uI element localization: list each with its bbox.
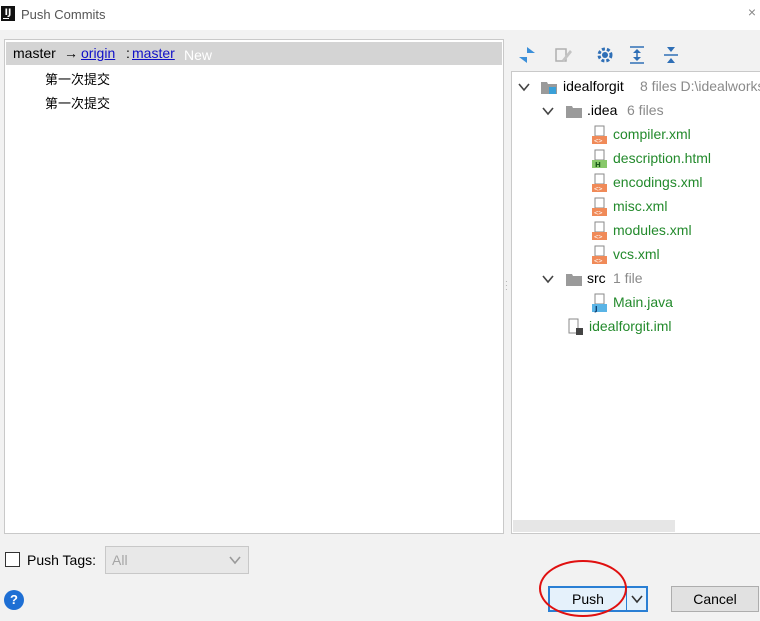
tree-file-row[interactable]: <> misc.xml [512,196,760,218]
tree-file-row[interactable]: J Main.java [512,292,760,314]
chevron-down-icon[interactable] [517,80,531,94]
xml-file-icon: <> [592,245,607,265]
tags-select-value: All [112,552,128,568]
svg-text:<>: <> [594,257,602,265]
svg-text:<>: <> [594,233,602,241]
cancel-button[interactable]: Cancel [671,586,759,612]
push-options-chevron-icon[interactable] [630,592,644,606]
tree-file-label: vcs.xml [613,246,660,262]
java-file-icon: J [592,293,607,313]
remote-name-link[interactable]: origin [81,45,115,61]
chevron-down-icon[interactable] [541,104,555,118]
svg-text:J: J [594,305,598,313]
xml-file-icon: <> [592,125,607,145]
module-folder-icon [541,82,557,94]
tree-folder-label: src [587,270,606,286]
edit-commit-icon[interactable] [552,44,574,66]
tree-folder-meta: 6 files [627,102,664,118]
tree-file-row[interactable]: idealforgit.iml [512,316,760,338]
local-branch: master [13,45,56,61]
push-arrow: → [64,45,78,61]
settings-icon[interactable] [594,44,616,66]
tree-file-row[interactable]: <> compiler.xml [512,124,760,146]
commits-panel: master → origin : master New 第一次提交 第一次提交 [4,39,504,534]
xml-file-icon: <> [592,173,607,193]
splitter-handle[interactable]: · · · [505,278,509,294]
commit-item[interactable]: 第一次提交 [45,93,110,112]
svg-text:H: H [595,161,601,169]
expand-all-icon[interactable] [626,44,648,66]
tree-node-root[interactable]: idealforgit 8 files D:\idealworkspace [512,76,760,98]
tree-folder-meta: 1 file [613,270,643,286]
chevron-down-icon [229,556,241,565]
tree-file-label: Main.java [613,294,673,310]
branch-row[interactable]: master → origin : master New [6,42,502,65]
html-file-icon: H [592,149,607,169]
push-tags-checkbox[interactable] [5,552,20,567]
red-highlight-circle [539,560,627,617]
tree-file-label: compiler.xml [613,126,691,142]
help-button[interactable]: ? [4,590,24,610]
horizontal-scrollbar[interactable] [513,520,675,532]
changed-files-tree: idealforgit 8 files D:\idealworkspace .i… [511,71,760,534]
tree-file-row[interactable]: <> vcs.xml [512,244,760,266]
xml-file-icon: <> [592,221,607,241]
remote-branch-link[interactable]: master [132,45,175,61]
folder-icon [566,274,582,286]
intellij-app-icon: IJ [1,6,15,21]
tree-file-label: modules.xml [613,222,692,238]
tags-select[interactable]: All [105,546,249,574]
svg-text:<>: <> [594,137,602,145]
tree-file-row[interactable]: H description.html [512,148,760,170]
new-branch-badge: New [184,47,213,63]
tree-file-row[interactable]: <> encodings.xml [512,172,760,194]
changes-toolbar [512,40,760,70]
tree-root-meta: 8 files D:\idealworkspace [640,78,760,94]
tree-file-label: idealforgit.iml [589,318,672,334]
push-tags-label[interactable]: Push Tags: [27,552,96,568]
tree-node-src-folder[interactable]: src 1 file [512,268,760,290]
svg-text:<>: <> [594,185,602,193]
chevron-down-icon[interactable] [541,272,555,286]
tree-file-label: description.html [613,150,712,166]
svg-text:<>: <> [594,209,602,217]
commit-item[interactable]: 第一次提交 [45,69,110,88]
tree-file-label: encodings.xml [613,174,703,190]
xml-file-icon: <> [592,197,607,217]
expand-arrows-icon[interactable] [516,44,538,66]
tree-folder-label: .idea [587,102,618,118]
title-bar: IJ Push Commits × [0,0,760,30]
tree-node-idea-folder[interactable]: .idea 6 files [512,100,760,122]
close-icon[interactable]: × [748,4,756,20]
folder-icon [566,106,582,118]
tree-file-row[interactable]: <> modules.xml [512,220,760,242]
tree-file-label: misc.xml [613,198,668,214]
branch-separator: : [126,45,130,61]
tree-root-label: idealforgit [563,78,624,94]
collapse-all-icon[interactable] [660,44,682,66]
iml-file-icon [568,318,583,335]
window-title: Push Commits [21,7,106,22]
